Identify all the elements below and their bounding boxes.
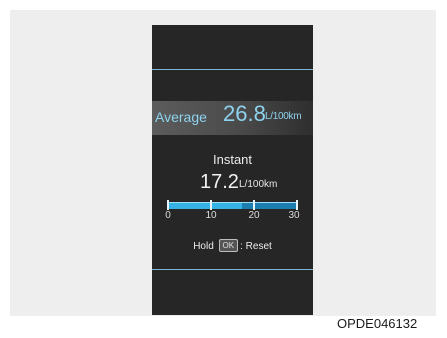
gauge-tick [253,200,255,210]
gauge-tick [296,200,298,210]
gauge-tick [210,200,212,210]
instant-value: 17.2 [200,171,239,193]
instant-gauge-fill [167,203,243,209]
gauge-tick-label: 10 [205,210,217,221]
instant-label: Instant [212,152,253,167]
average-unit: L/100km [265,111,302,122]
instant-unit: L/100km [239,179,278,190]
gauge-tick-label: 0 [165,210,171,221]
average-label: Average [155,109,207,125]
reset-hint-prefix: Hold [193,241,214,252]
gauge-tick-label: 30 [288,210,300,221]
instant-gauge [167,202,298,209]
trip-computer-display: Average 26.8 L/100km Instant 17.2 L/100k… [152,25,313,315]
reset-hint: Hold OK: Reset [152,239,313,252]
gauge-tick-label: 20 [248,210,260,221]
average-value: 26.8 [223,101,266,126]
reset-hint-suffix: : Reset [240,241,272,252]
bottom-divider [152,269,313,270]
top-divider [152,69,313,70]
ok-key-icon: OK [218,239,239,252]
gauge-tick [167,200,169,210]
figure-caption: OPDE046132 [337,316,418,331]
